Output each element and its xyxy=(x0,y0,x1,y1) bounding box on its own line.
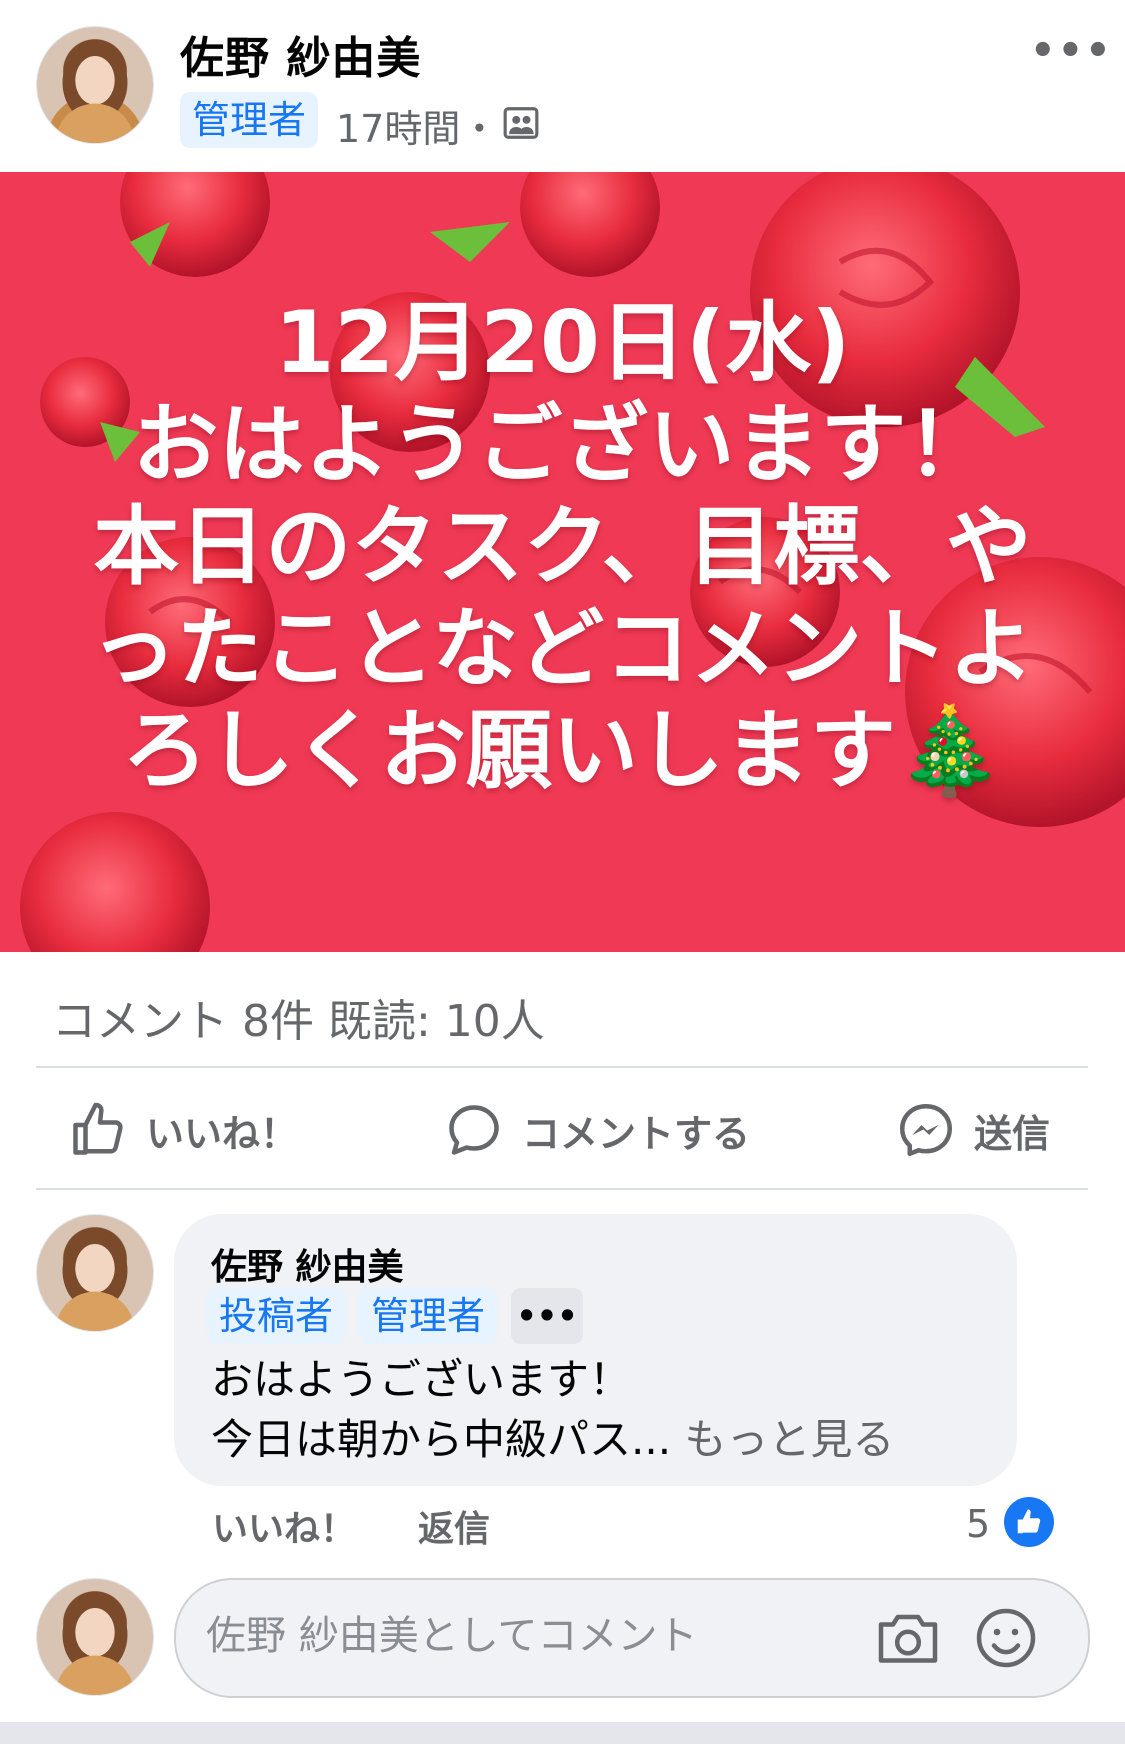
like-icon xyxy=(73,1102,123,1155)
banner-line: おはようございます！ xyxy=(132,395,993,495)
comment-composer[interactable] xyxy=(174,1578,1090,1698)
comment-text-line: 今日は朝から中級パス... xyxy=(211,1415,672,1464)
comment-input[interactable] xyxy=(206,1604,856,1668)
post-image-text: 12月20日(水) おはようございます！ 本日のタスク、目標、や ったことなどコ… xyxy=(0,292,1125,802)
group-privacy-icon xyxy=(502,104,540,142)
comment-author-name[interactable]: 佐野 紗由美 xyxy=(211,1238,404,1290)
admin-badge: 管理者 xyxy=(180,92,319,148)
comment-badges: 投稿者 管理者 ••• xyxy=(207,1288,584,1344)
comment-text: おはようございます！ 今日は朝から中級パス... もっと見る xyxy=(211,1350,894,1470)
comment-text-line: おはようございます！ xyxy=(211,1355,632,1404)
messenger-icon xyxy=(900,1104,952,1156)
banner-line: 12月20日(水) xyxy=(274,293,851,393)
comment-label: コメントする xyxy=(522,1111,751,1156)
like-label: いいね！ xyxy=(146,1111,299,1156)
bottom-separator xyxy=(0,1722,1125,1744)
banner-line: 本日のタスク、目標、や xyxy=(93,497,1032,597)
comment-reply-button[interactable]: 返信 xyxy=(418,1500,490,1552)
comment-icon xyxy=(449,1105,499,1155)
author-badge: 投稿者 xyxy=(207,1288,346,1344)
divider xyxy=(36,1188,1088,1190)
like-button[interactable]: いいね！ xyxy=(68,1095,298,1165)
emoji-icon[interactable] xyxy=(970,1602,1042,1674)
comment-button[interactable]: コメントする xyxy=(444,1095,750,1165)
banner-line: ったことなどコメントよ xyxy=(90,599,1035,699)
admin-badge: 管理者 xyxy=(359,1288,498,1344)
like-reaction-icon[interactable] xyxy=(1004,1497,1054,1547)
divider xyxy=(36,1066,1088,1068)
send-button[interactable]: 送信 xyxy=(896,1095,1050,1165)
comment-like-button[interactable]: いいね！ xyxy=(212,1500,356,1552)
post-time[interactable]: 17時間・ xyxy=(336,98,498,153)
camera-icon[interactable] xyxy=(872,1602,944,1674)
post-author-avatar[interactable] xyxy=(36,26,154,144)
composer-avatar xyxy=(36,1578,154,1696)
reaction-count[interactable]: 5 xyxy=(966,1502,990,1546)
badge-more-button[interactable]: ••• xyxy=(511,1288,584,1344)
banner-line: ろしくお願いします🎄 xyxy=(121,701,1004,801)
post-author-name[interactable]: 佐野 紗由美 xyxy=(180,22,421,86)
post-image[interactable]: 12月20日(水) おはようございます！ 本日のタスク、目標、や ったことなどコ… xyxy=(0,172,1125,952)
post-more-button[interactable]: ••• xyxy=(1030,28,1113,74)
comment-author-avatar[interactable] xyxy=(36,1214,154,1332)
post-stats[interactable]: コメント 8件 既読: 10人 xyxy=(52,985,545,1049)
see-more-link[interactable]: もっと見る xyxy=(684,1415,894,1464)
send-label: 送信 xyxy=(974,1111,1051,1156)
